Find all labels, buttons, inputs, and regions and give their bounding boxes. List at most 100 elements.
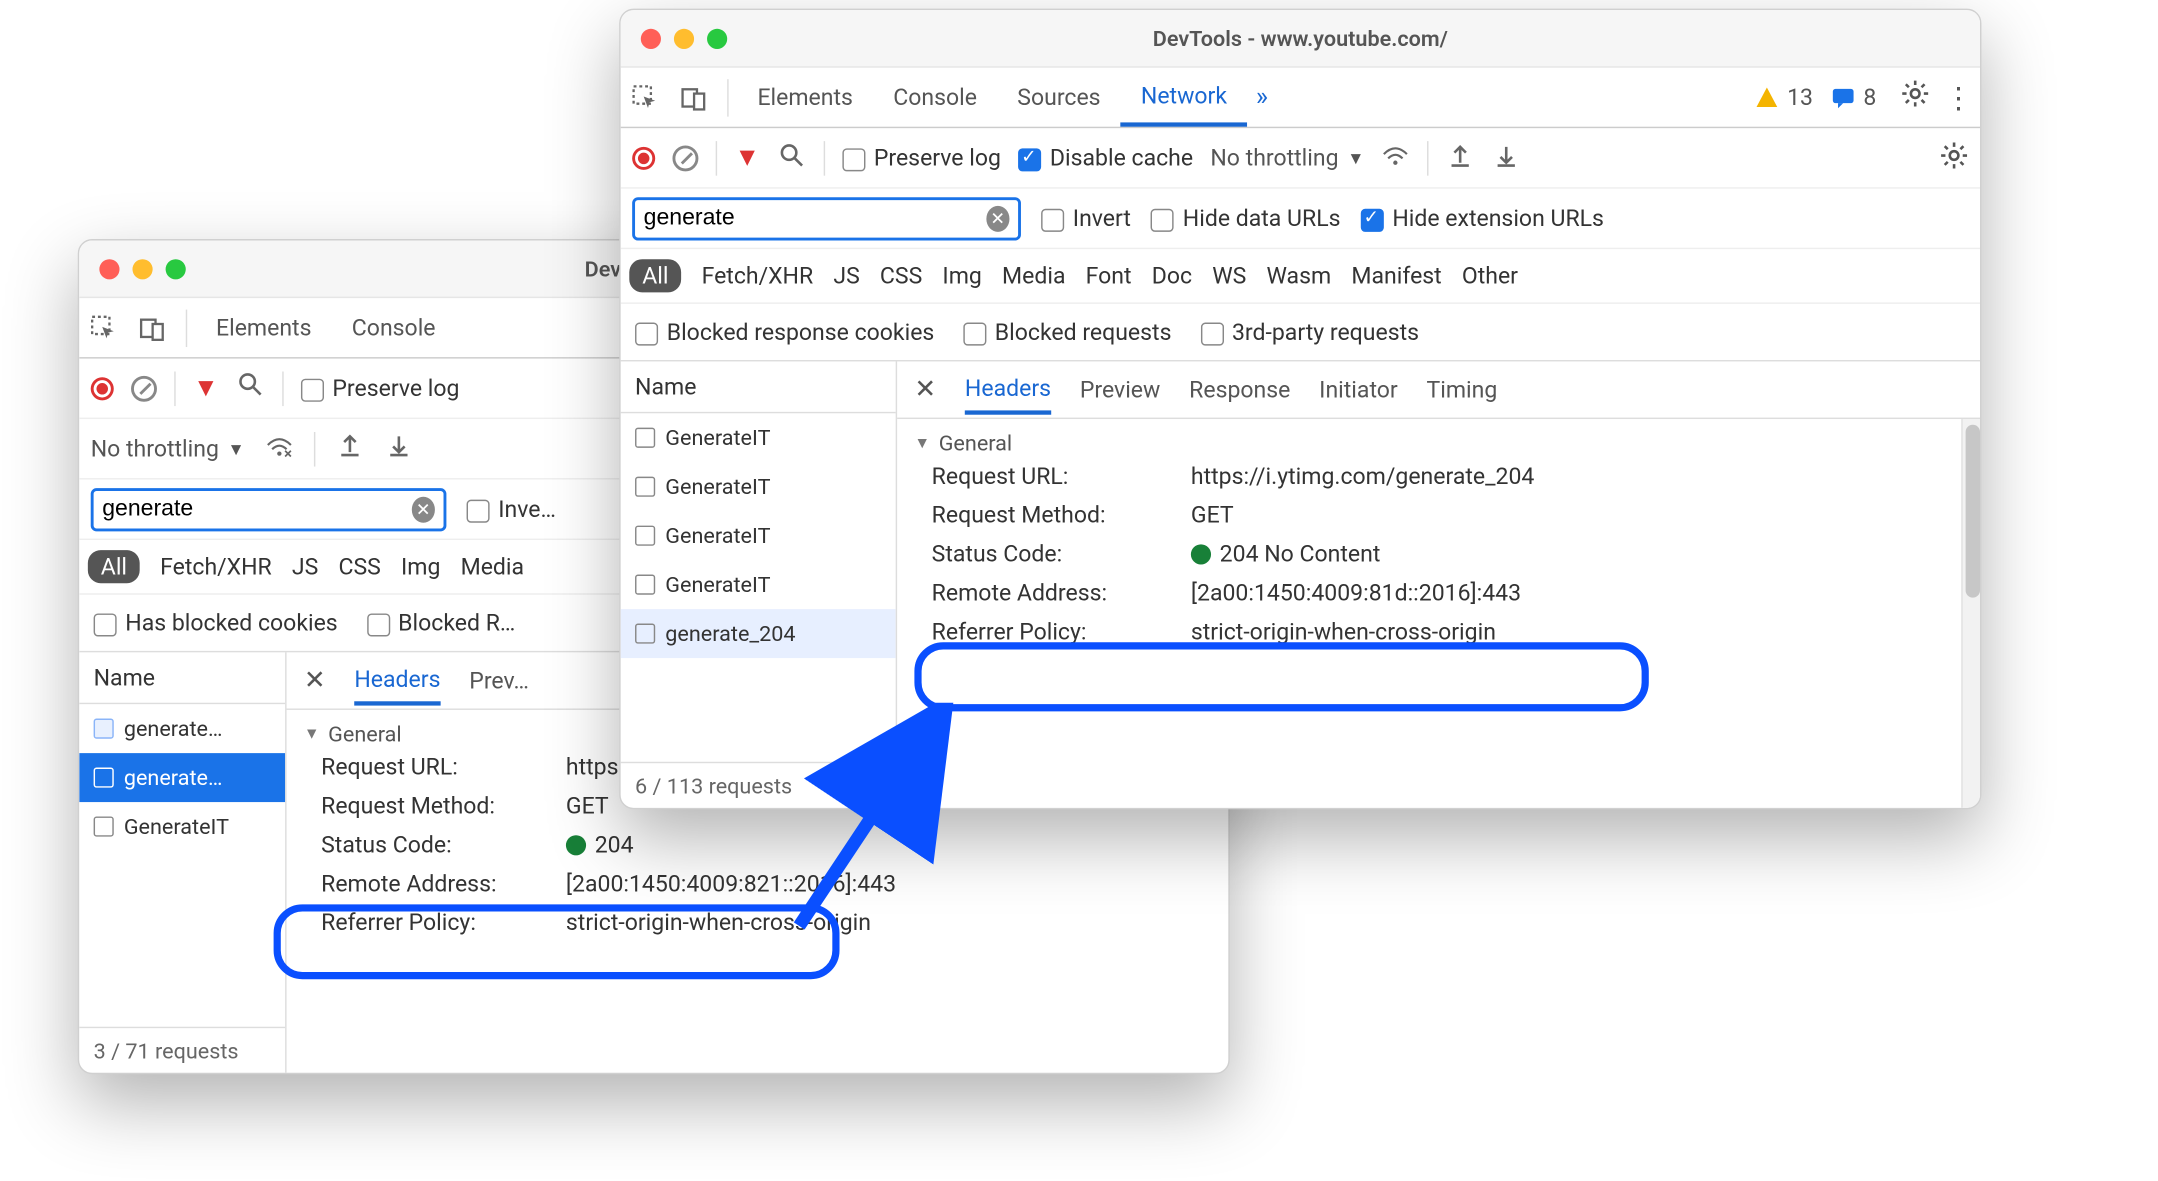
request-row[interactable]: GenerateIT — [621, 511, 896, 560]
device-toolbar-icon[interactable] — [128, 313, 177, 342]
filter-input-wrap[interactable]: ✕ — [91, 487, 447, 530]
general-section-title[interactable]: General — [914, 431, 1962, 457]
chip-all[interactable]: All — [629, 259, 681, 292]
chip-css[interactable]: CSS — [338, 553, 380, 580]
tab-preview[interactable]: Preview — [1080, 367, 1161, 412]
traffic-zoom[interactable] — [166, 258, 186, 278]
file-icon — [94, 816, 114, 836]
request-row[interactable]: GenerateIT — [79, 802, 285, 851]
request-row[interactable]: generate… — [79, 753, 285, 802]
network-conditions-icon[interactable] — [1382, 140, 1411, 175]
chip-manifest[interactable]: Manifest — [1351, 262, 1441, 289]
chip-ws[interactable]: WS — [1212, 262, 1246, 289]
inspect-icon[interactable] — [79, 313, 128, 342]
network-settings-icon[interactable] — [1940, 140, 1969, 175]
export-har-icon[interactable] — [1492, 140, 1521, 175]
name-column-header[interactable]: Name — [621, 361, 896, 413]
request-row[interactable]: generate_204 — [621, 609, 896, 658]
traffic-close[interactable] — [641, 28, 661, 48]
filter-input-wrap[interactable]: ✕ — [632, 197, 1021, 240]
chip-js[interactable]: JS — [833, 262, 859, 289]
search-icon[interactable] — [236, 370, 265, 406]
more-menu-icon[interactable]: ⋮ — [1937, 80, 1980, 115]
third-party-requests-checkbox[interactable]: 3rd-party requests — [1200, 318, 1419, 345]
preserve-log-checkbox[interactable]: Preserve log — [301, 374, 460, 401]
tab-network[interactable]: Network — [1121, 68, 1247, 127]
throttle-select[interactable]: No throttling ▼ — [91, 435, 245, 462]
chip-img[interactable]: Img — [401, 553, 440, 580]
traffic-zoom[interactable] — [707, 28, 727, 48]
warnings-badge[interactable]: 13 — [1754, 84, 1813, 111]
has-blocked-cookies-checkbox[interactable]: Has blocked cookies — [94, 609, 338, 636]
hide-extension-urls-checkbox[interactable]: Hide extension URLs — [1361, 204, 1604, 231]
scrollbar[interactable] — [1961, 419, 1981, 808]
blocked-response-cookies-checkbox[interactable]: Blocked response cookies — [635, 318, 934, 345]
chip-wasm[interactable]: Wasm — [1266, 262, 1331, 289]
request-row[interactable]: GenerateIT — [621, 560, 896, 609]
invert-checkbox[interactable]: Inve… — [467, 495, 556, 522]
request-row[interactable]: GenerateIT — [621, 462, 896, 511]
filter-input[interactable] — [644, 205, 977, 231]
preserve-log-checkbox[interactable]: Preserve log — [842, 144, 1001, 171]
tab-headers[interactable]: Headers — [354, 656, 440, 705]
settings-icon[interactable] — [1894, 79, 1937, 115]
resource-type-chips: All Fetch/XHR JS CSS Img Media Font Doc … — [621, 249, 1980, 304]
tab-preview[interactable]: Prev… — [469, 658, 529, 703]
blocked-requests-checkbox[interactable]: Blocked requests — [963, 318, 1171, 345]
chip-js[interactable]: JS — [292, 553, 318, 580]
tab-console[interactable]: Console — [332, 298, 456, 357]
chip-fetch[interactable]: Fetch/XHR — [160, 553, 272, 580]
messages-badge[interactable]: 8 — [1830, 84, 1876, 111]
network-conditions-icon[interactable] — [265, 431, 294, 466]
traffic-minimize[interactable] — [674, 28, 694, 48]
chip-doc[interactable]: Doc — [1152, 262, 1192, 289]
tab-timing[interactable]: Timing — [1427, 367, 1498, 412]
name-column-header[interactable]: Name — [79, 652, 285, 704]
tab-initiator[interactable]: Initiator — [1319, 367, 1398, 412]
chip-other[interactable]: Other — [1462, 262, 1518, 289]
more-tabs-icon[interactable]: » — [1247, 82, 1276, 112]
clear-button[interactable] — [672, 145, 698, 171]
tab-sources[interactable]: Sources — [997, 68, 1121, 127]
titlebar[interactable]: DevTools - www.youtube.com/ — [621, 10, 1980, 68]
close-details-icon[interactable]: ✕ — [304, 665, 326, 695]
tab-console[interactable]: Console — [873, 68, 997, 127]
close-details-icon[interactable]: ✕ — [914, 374, 936, 404]
traffic-minimize[interactable] — [132, 258, 152, 278]
import-har-icon[interactable] — [1446, 140, 1475, 175]
chip-css[interactable]: CSS — [880, 262, 922, 289]
throttle-select[interactable]: No throttling ▼ — [1210, 144, 1364, 171]
chip-img[interactable]: Img — [942, 262, 981, 289]
disable-cache-checkbox[interactable]: Disable cache — [1018, 144, 1193, 171]
chip-all[interactable]: All — [88, 550, 140, 583]
hide-data-urls-checkbox[interactable]: Hide data URLs — [1151, 204, 1340, 231]
filter-toggle-icon[interactable]: ▼ — [193, 373, 219, 403]
scrollbar-thumb[interactable] — [1966, 425, 1980, 598]
chip-media[interactable]: Media — [461, 553, 524, 580]
chip-font[interactable]: Font — [1086, 262, 1132, 289]
tab-elements[interactable]: Elements — [737, 68, 873, 127]
record-button[interactable] — [91, 377, 114, 400]
chip-fetch[interactable]: Fetch/XHR — [702, 262, 814, 289]
record-button[interactable] — [632, 146, 655, 169]
filter-input[interactable] — [102, 496, 403, 522]
export-har-icon[interactable] — [384, 431, 413, 467]
request-row[interactable]: generate… — [79, 704, 285, 753]
clear-filter-icon[interactable]: ✕ — [411, 496, 434, 522]
filter-toggle-icon[interactable]: ▼ — [734, 143, 760, 173]
blocked-requests-checkbox[interactable]: Blocked R… — [367, 609, 516, 636]
traffic-close[interactable] — [99, 258, 119, 278]
device-toolbar-icon[interactable] — [670, 83, 719, 112]
invert-checkbox[interactable]: Invert — [1041, 204, 1131, 231]
tab-headers[interactable]: Headers — [965, 365, 1051, 414]
import-har-icon[interactable] — [335, 431, 364, 467]
request-row[interactable]: GenerateIT — [621, 413, 896, 462]
inspect-icon[interactable] — [621, 83, 670, 112]
chip-media[interactable]: Media — [1002, 262, 1065, 289]
kv-status-code: Status Code:204 No Content — [914, 534, 1962, 573]
clear-button[interactable] — [131, 375, 157, 401]
tab-response[interactable]: Response — [1189, 367, 1290, 412]
tab-elements[interactable]: Elements — [196, 298, 332, 357]
clear-filter-icon[interactable]: ✕ — [986, 205, 1010, 231]
search-icon[interactable] — [777, 140, 806, 175]
